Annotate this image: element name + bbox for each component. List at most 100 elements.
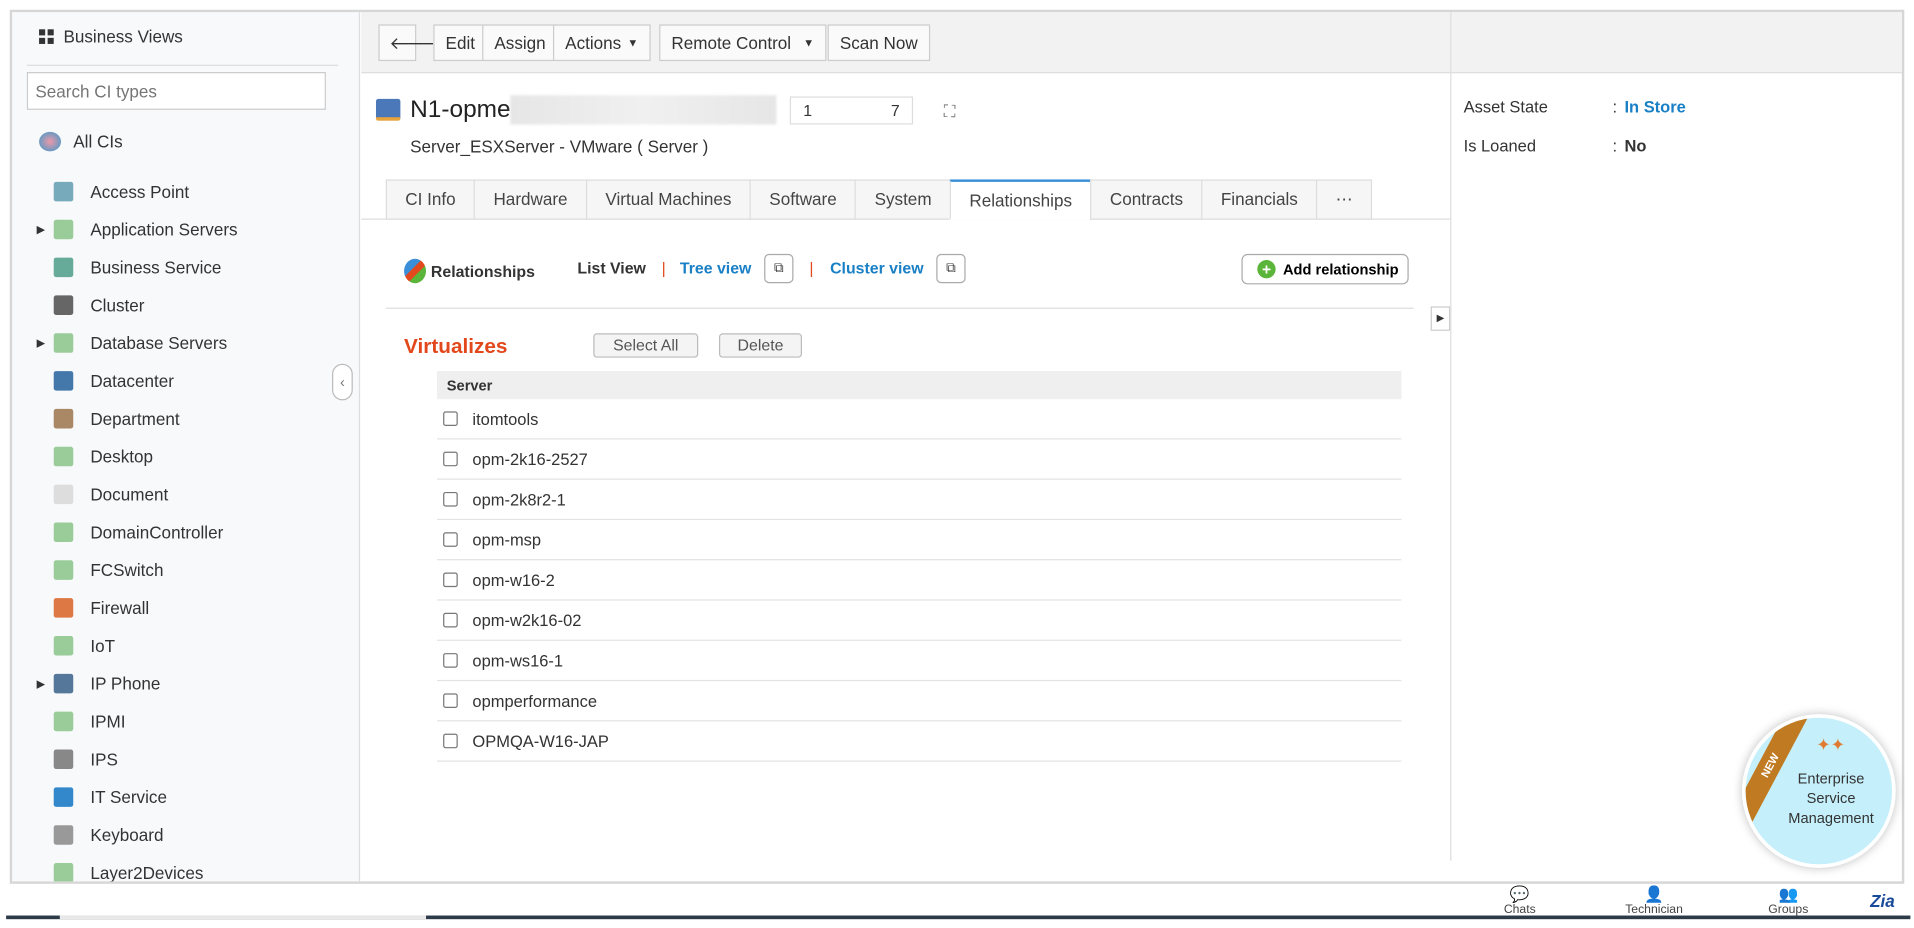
tab-financials[interactable]: Financials — [1201, 179, 1317, 220]
tab-virtual-machines[interactable]: Virtual Machines — [585, 179, 750, 220]
row-checkbox[interactable] — [443, 693, 458, 709]
row-checkbox[interactable] — [443, 572, 458, 588]
list-view-tab[interactable]: List View — [577, 259, 646, 277]
row-checkbox[interactable] — [443, 532, 458, 547]
groups-button[interactable]: 👥 Groups — [1752, 886, 1825, 917]
delete-button[interactable]: Delete — [718, 333, 802, 358]
row-checkbox[interactable] — [443, 733, 458, 749]
taskbar — [6, 915, 1911, 920]
sidebar-item-keyboard[interactable]: Keyboard — [37, 820, 163, 849]
sidebar-item-database-servers[interactable]: ▶ Database Servers — [37, 328, 227, 357]
server-name[interactable]: itomtools — [472, 410, 538, 428]
cluster-view-link[interactable]: Cluster view — [830, 259, 923, 277]
person-icon: 👤 — [1644, 885, 1664, 904]
technician-button[interactable]: 👤 Technician — [1617, 886, 1690, 917]
open-cluster-view-popup-icon[interactable]: ⧉ — [936, 253, 966, 284]
divider — [26, 64, 339, 66]
server-name[interactable]: opm-2k8r2-1 — [472, 490, 565, 508]
zia-logo[interactable]: Zia — [1870, 891, 1895, 911]
caret-down-icon: ▼ — [627, 36, 639, 49]
open-tree-view-popup-icon[interactable]: ⧉ — [764, 253, 794, 284]
sidebar-item-datacenter[interactable]: Datacenter — [37, 366, 174, 395]
remote-control-button[interactable]: Remote Control ▼ — [659, 24, 827, 62]
sidebar-item-label: Department — [90, 408, 180, 429]
actions-button[interactable]: Actions ▼ — [552, 24, 651, 62]
sidebar-item-business-service[interactable]: Business Service — [37, 253, 222, 282]
row-checkbox[interactable] — [443, 612, 458, 628]
tab-relationships[interactable]: Relationships — [949, 179, 1091, 220]
footer-bar: 💬 Chats 👤 Technician 👥 Groups Zia — [0, 884, 1914, 918]
redacted-name — [510, 95, 777, 125]
sidebar-item-layer2devices[interactable]: Layer2Devices — [37, 858, 204, 882]
add-relationship-button[interactable]: + Add relationship — [1241, 253, 1409, 285]
esm-line: Service — [1806, 789, 1856, 807]
sidebar-item-application-servers[interactable]: ▶ Application Servers — [37, 215, 238, 244]
tab-hardware[interactable]: Hardware — [473, 179, 586, 220]
more-tabs-button[interactable]: ⋯ — [1316, 179, 1373, 220]
all-cis-item[interactable]: All CIs — [39, 131, 123, 152]
assign-button[interactable]: Assign — [482, 24, 558, 62]
ci-type-icon — [53, 446, 74, 467]
sidebar-item-fcswitch[interactable]: FCSwitch — [37, 555, 163, 584]
server-name[interactable]: opm-2k16-2527 — [472, 450, 587, 468]
sidebar-item-ips[interactable]: IPS — [37, 745, 118, 774]
business-views-header[interactable]: Business Views — [39, 27, 183, 46]
table-row: opm-2k8r2-1 — [437, 480, 1402, 521]
sidebar-item-desktop[interactable]: Desktop — [37, 442, 153, 471]
table-row: opm-msp — [437, 520, 1402, 561]
sidebar-item-document[interactable]: Document — [37, 480, 168, 509]
tab-ci-info[interactable]: CI Info — [385, 179, 474, 220]
sidebar-item-label: Layer2Devices — [90, 863, 204, 882]
relationships-icon — [404, 258, 427, 284]
server-name[interactable]: opm-msp — [472, 530, 541, 548]
ci-name: N1-opme — [410, 95, 511, 123]
sidebar-item-it-service[interactable]: IT Service — [37, 782, 167, 811]
table-row: opm-w2k16-02 — [437, 601, 1402, 641]
scan-now-button[interactable]: Scan Now — [827, 24, 930, 62]
sidebar-item-cluster[interactable]: Cluster — [37, 291, 144, 320]
enterprise-service-management-badge[interactable]: NEW ✦✦ Enterprise Service Management — [1741, 714, 1896, 868]
sidebar-item-ipmi[interactable]: IPMI — [37, 707, 125, 736]
expand-arrow-icon[interactable]: ▶ — [37, 223, 54, 236]
chats-button[interactable]: 💬 Chats — [1483, 886, 1556, 917]
asset-state-value[interactable]: In Store — [1624, 98, 1685, 116]
expand-arrow-icon[interactable]: ▶ — [37, 677, 54, 690]
server-name[interactable]: opm-w16-2 — [472, 571, 554, 589]
tree-view-link[interactable]: Tree view — [680, 259, 751, 277]
sidebar-item-ip-phone[interactable]: ▶ IP Phone — [37, 669, 160, 698]
row-checkbox[interactable] — [443, 653, 458, 668]
server-name[interactable]: opm-w2k16-02 — [472, 611, 581, 629]
sidebar-item-access-point[interactable]: Access Point — [37, 177, 189, 206]
ci-type-icon — [53, 749, 74, 770]
server-name[interactable]: opm-ws16-1 — [472, 651, 563, 669]
ci-type-icon — [53, 522, 74, 542]
asset-state-row: Asset State: In Store — [1464, 98, 1686, 116]
table-row: opm-2k16-2527 — [437, 439, 1402, 480]
expand-right-panel-button[interactable]: ▶ — [1430, 306, 1451, 331]
sidebar-item-department[interactable]: Department — [37, 404, 180, 433]
edit-button[interactable]: Edit — [433, 24, 488, 62]
sidebar-item-label: Application Servers — [90, 219, 238, 240]
table-row: opm-w16-2 — [437, 560, 1402, 601]
row-checkbox[interactable] — [443, 451, 458, 467]
select-all-button[interactable]: Select All — [593, 333, 699, 358]
sidebar-item-iot[interactable]: IoT — [37, 631, 115, 660]
server-name[interactable]: OPMQA-W16-JAP — [472, 732, 608, 750]
sparkle-icon: ✦✦ — [1816, 734, 1846, 755]
expand-arrow-icon[interactable]: ▶ — [37, 336, 54, 349]
search-ci-types-input[interactable] — [26, 72, 326, 110]
sidebar-item-label: Business Service — [90, 257, 222, 278]
tab-software[interactable]: Software — [749, 179, 856, 220]
sidebar-item-firewall[interactable]: Firewall — [37, 593, 149, 622]
relationships-heading: Relationships — [404, 258, 535, 284]
server-name[interactable]: opmperformance — [472, 692, 597, 710]
row-checkbox[interactable] — [443, 411, 458, 427]
row-checkbox[interactable] — [443, 491, 458, 507]
tab-contracts[interactable]: Contracts — [1090, 179, 1202, 220]
back-button[interactable]: 🡐 — [378, 24, 435, 62]
hierarchy-icon[interactable]: ⛶ — [944, 101, 966, 121]
sidebar-item-domaincontroller[interactable]: DomainController — [37, 518, 223, 547]
tab-system[interactable]: System — [855, 179, 950, 220]
ci-type-icon — [53, 711, 74, 732]
collapse-sidebar-button[interactable]: ‹ — [332, 363, 353, 401]
